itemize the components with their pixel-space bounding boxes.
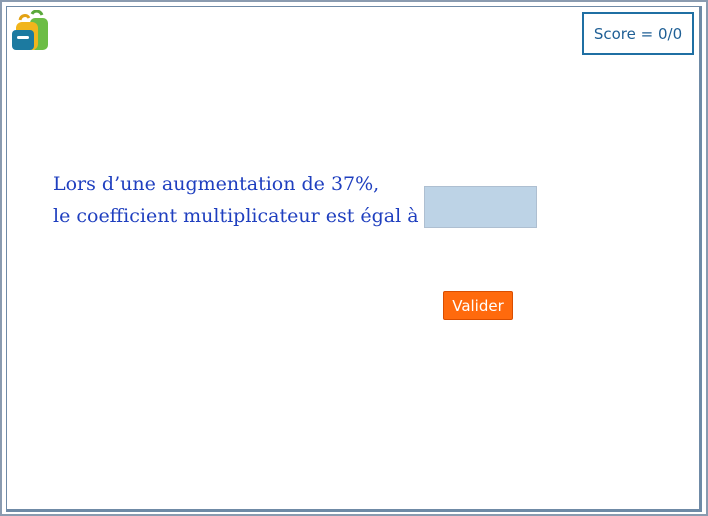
question-line-1: Lors d’une augmentation de 37%,: [53, 173, 380, 195]
question-line-2: le coefficient multiplicateur est égal à: [53, 205, 419, 227]
app-frame: Score = 0/0 Lors d’une augmentation de 3…: [0, 0, 708, 516]
score-display: Score = 0/0: [582, 12, 694, 55]
backpack-icon: [10, 9, 50, 52]
answer-input[interactable]: [424, 186, 537, 228]
question-text: Lors d’une augmentation de 37%, le coeff…: [53, 168, 419, 232]
content-area: [6, 6, 702, 512]
validate-button[interactable]: Valider: [443, 291, 513, 320]
